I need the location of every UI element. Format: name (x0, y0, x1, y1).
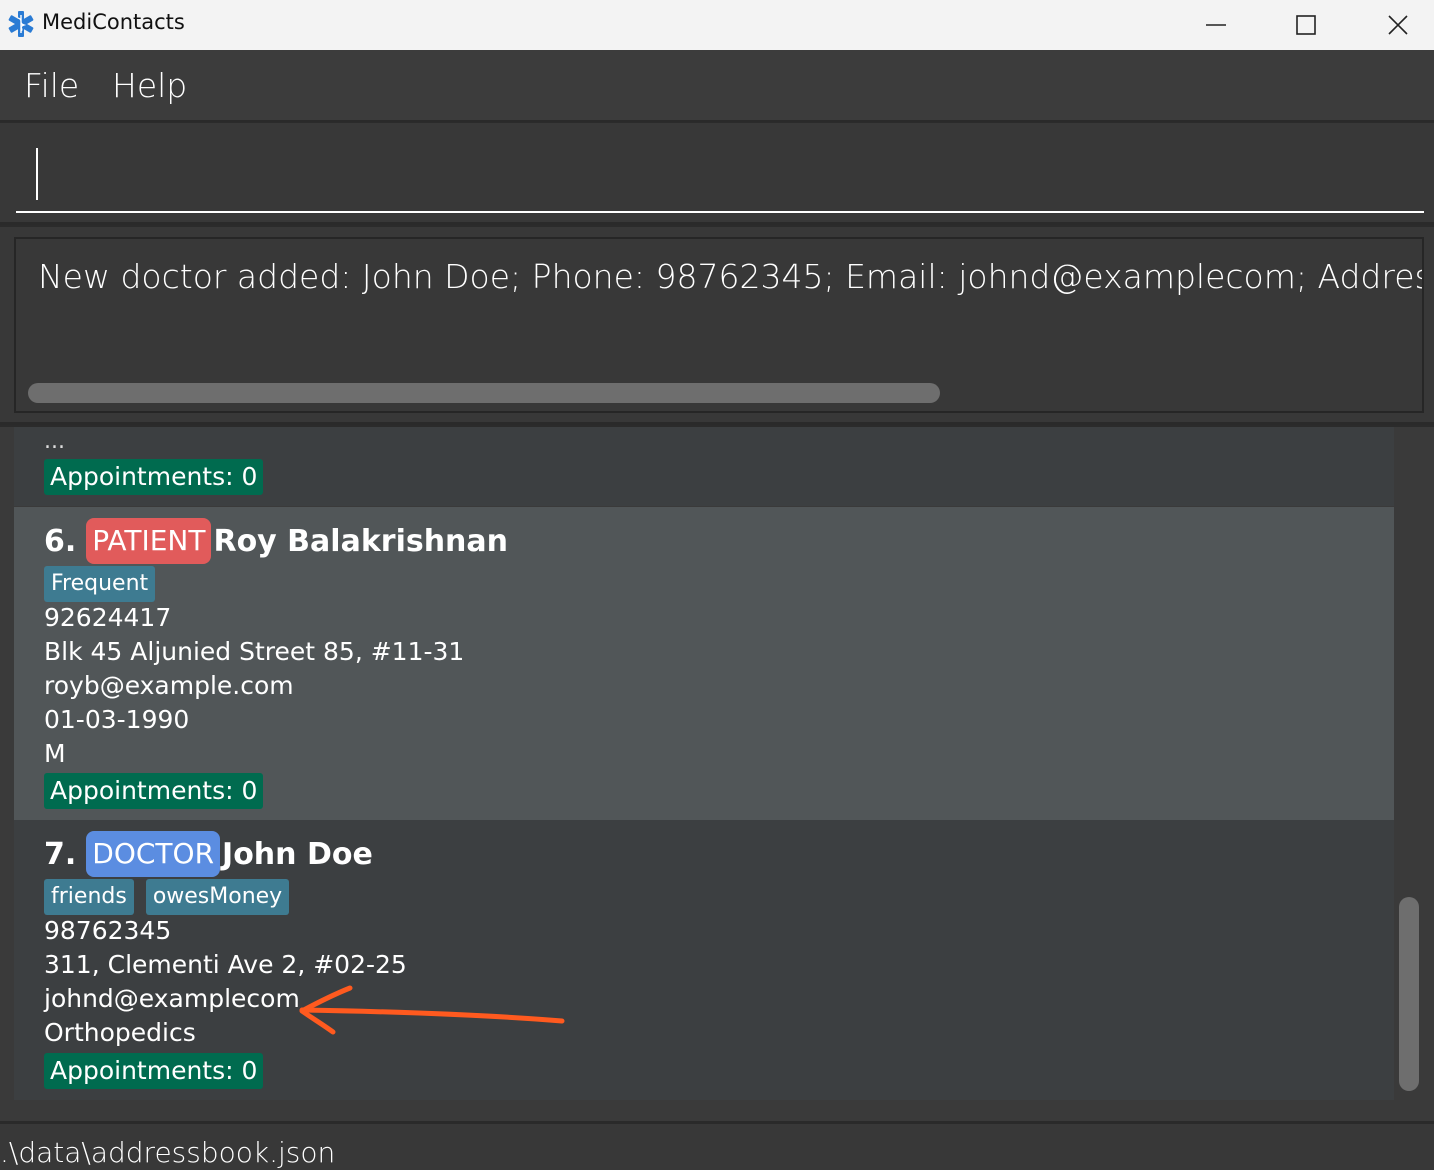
menu-help[interactable]: Help (112, 66, 187, 105)
result-panel: New doctor added: John Doe; Phone: 98762… (0, 227, 1434, 425)
email-field: johnd@examplecom (44, 984, 300, 1013)
phone-field: 92624417 (44, 603, 172, 632)
email-field: royb@example.com (44, 671, 294, 700)
minimize-button[interactable] (1170, 0, 1262, 50)
text-caret (36, 148, 38, 200)
menu-bar: File Help (0, 50, 1434, 122)
status-bar: .\data\addressbook.json (0, 1121, 1434, 1170)
address-field: Blk 45 Aljunied Street 85, #11-31 (44, 637, 465, 666)
maximize-button[interactable] (1260, 0, 1352, 50)
tag-list: Frequent (44, 566, 156, 602)
card-index: 6. (44, 523, 77, 559)
tag: owesMoney (145, 879, 290, 915)
result-message: New doctor added: John Doe; Phone: 98762… (38, 257, 1422, 296)
tag: Frequent (44, 566, 156, 602)
tag-list: friends owesMoney (44, 879, 290, 915)
truncated-field: ... (44, 429, 65, 454)
appointments-badge: Appointments: 0 (44, 459, 264, 495)
list-item[interactable]: 6. PATIENT Roy Balakrishnan Frequent 926… (14, 507, 1394, 820)
minimize-icon (1206, 24, 1226, 26)
role-badge: DOCTOR (86, 831, 221, 877)
phone-field: 98762345 (44, 916, 172, 945)
menu-file[interactable]: File (24, 66, 79, 105)
role-badge: PATIENT (86, 518, 212, 564)
card-header: 6. PATIENT Roy Balakrishnan (44, 518, 508, 564)
result-display: New doctor added: John Doe; Phone: 98762… (14, 237, 1424, 413)
tag: friends (44, 879, 134, 915)
command-input[interactable] (16, 139, 1424, 213)
vertical-scrollbar[interactable] (1399, 897, 1419, 1091)
command-box-panel (0, 123, 1434, 225)
specialty-field: Orthopedics (44, 1018, 196, 1047)
list-item[interactable]: 7. DOCTOR John Doe friends owesMoney 987… (14, 820, 1394, 1100)
medical-star-icon (8, 11, 34, 37)
person-list: ... Appointments: 0 6. PATIENT Roy Balak… (0, 427, 1434, 1121)
address-field: 311, Clementi Ave 2, #02-25 (44, 950, 407, 979)
title-bar: MediContacts (0, 0, 1434, 50)
close-button[interactable] (1352, 0, 1434, 50)
list-item[interactable]: ... Appointments: 0 (14, 427, 1394, 506)
appointments-badge: Appointments: 0 (44, 773, 264, 809)
dob-field: 01-03-1990 (44, 705, 190, 734)
close-icon (1388, 15, 1408, 35)
card-header: 7. DOCTOR John Doe (44, 831, 373, 877)
gender-field: M (44, 739, 66, 768)
person-name: John Doe (222, 836, 373, 872)
save-location: .\data\addressbook.json (0, 1136, 336, 1169)
person-name: Roy Balakrishnan (213, 523, 509, 559)
card-index: 7. (44, 836, 77, 872)
maximize-icon (1296, 15, 1316, 35)
window-title: MediContacts (42, 10, 185, 34)
appointments-badge: Appointments: 0 (44, 1053, 264, 1089)
horizontal-scrollbar[interactable] (28, 383, 940, 403)
